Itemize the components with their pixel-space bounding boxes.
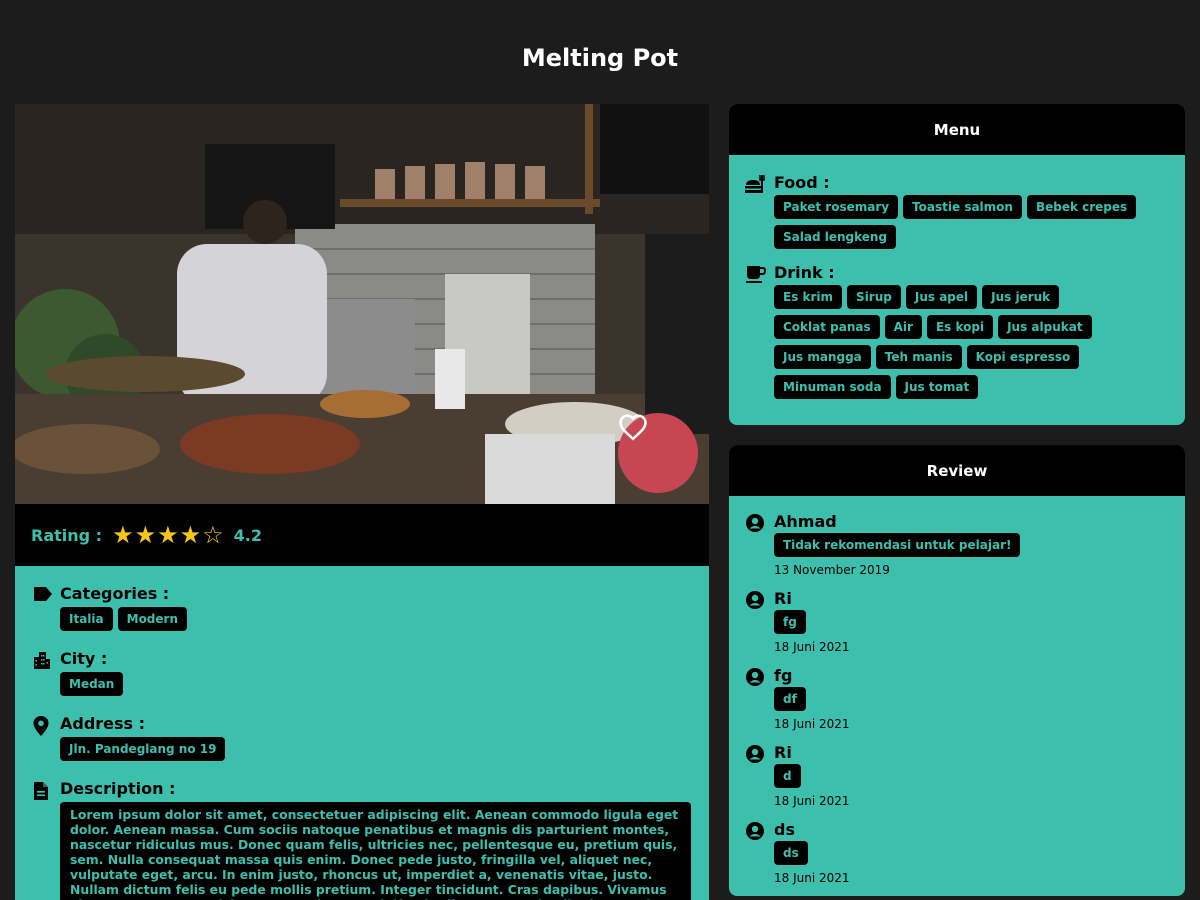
categories-section: Categories : Italia Modern (33, 584, 691, 631)
rating-label: Rating : (31, 525, 103, 545)
review-item: fg df 18 Juni 2021 (745, 666, 1169, 731)
review-text: df (774, 687, 806, 711)
review-item: Ri fg 18 Juni 2021 (745, 589, 1169, 654)
address-tag: Jln. Pandeglang no 19 (60, 737, 226, 761)
review-date: 18 Juni 2021 (774, 794, 850, 808)
restaurant-detail: Rating : ★ ★ ★ ★ ☆ 4.2 Categories : Ital… (15, 104, 709, 900)
review-date: 18 Juni 2021 (774, 871, 850, 885)
categories-label: Categories : (60, 584, 170, 603)
drink-item-tag: Kopi espresso (966, 345, 1080, 369)
review-text: Tidak rekomendasi untuk pelajar! (774, 533, 1021, 557)
restaurant-photo (15, 104, 709, 504)
info-panel: Categories : Italia Modern City: Medan … (15, 566, 709, 900)
star-full-icon: ★ (134, 521, 157, 549)
food-item-tag: Toastie salmon (903, 195, 1022, 219)
reviewer-name: Ri (774, 589, 792, 608)
cafe-illustration (15, 104, 709, 504)
food-item-tag: Salad lengkeng (774, 225, 897, 249)
drink-item-tag: Jus alpukat (998, 315, 1092, 339)
star-full-icon: ★ (112, 521, 134, 549)
user-circle-icon (746, 745, 764, 763)
review-item: Ri d 18 Juni 2021 (745, 743, 1169, 808)
user-circle-icon (746, 668, 764, 686)
drink-label: Drink : (774, 263, 835, 282)
user-circle-icon (746, 591, 764, 609)
review-card: Review Ahmad Tidak rekomendasi untuk pel… (729, 445, 1185, 896)
reviewer-name: fg (774, 666, 793, 685)
drink-item-tag: Coklat panas (774, 315, 880, 339)
description-text: Lorem ipsum dolor sit amet, consectetuer… (60, 802, 691, 900)
drink-item-tag: Jus tomat (895, 375, 979, 399)
review-list: Ahmad Tidak rekomendasi untuk pelajar! 1… (729, 496, 1185, 885)
review-date: 18 Juni 2021 (774, 640, 850, 654)
review-text: fg (774, 610, 806, 634)
food-icon (745, 175, 765, 193)
city-section: City : Medan (33, 649, 691, 696)
food-item-tag: Bebek crepes (1026, 195, 1137, 219)
rating-value: 4.2 (233, 525, 262, 545)
reviewer-name: ds (774, 820, 795, 839)
review-text: ds (774, 841, 808, 865)
food-section: Food : Paket rosemary Toastie salmon Beb… (745, 173, 1169, 249)
drink-item-tag: Teh manis (875, 345, 962, 369)
rating-bar: Rating : ★ ★ ★ ★ ☆ 4.2 (15, 504, 709, 566)
review-item: ds ds 18 Juni 2021 (745, 820, 1169, 885)
review-date: 13 November 2019 (774, 563, 890, 577)
review-title: Review (729, 445, 1185, 496)
drink-item-tag: Jus apel (905, 285, 978, 309)
review-text: d (774, 764, 801, 788)
drink-section: Drink : Es krim Sirup Jus apel Jus jeruk… (745, 263, 1169, 399)
drink-item-tag: Es kopi (926, 315, 994, 339)
drink-item-tag: Es krim (774, 285, 843, 309)
reviewer-name: Ri (774, 743, 792, 762)
description-section: Description : Lorem ipsum dolor sit amet… (33, 779, 691, 900)
food-label: Food : (774, 173, 830, 192)
reviewer-name: Ahmad (774, 512, 837, 531)
drink-item-tag: Jus jeruk (982, 285, 1060, 309)
cup-icon (746, 266, 767, 283)
star-rating: ★ ★ ★ ★ ☆ (112, 523, 224, 547)
star-full-icon: ★ (157, 521, 179, 549)
description-label: Description : (60, 779, 176, 798)
menu-title: Menu (729, 104, 1185, 155)
user-circle-icon (746, 822, 764, 840)
drink-item-tag: Jus mangga (774, 345, 871, 369)
location-pin-icon (33, 716, 49, 736)
review-date: 18 Juni 2021 (774, 717, 850, 731)
food-item-tag: Paket rosemary (774, 195, 899, 219)
city-label: City : (60, 649, 108, 668)
drink-item-tag: Air (884, 315, 922, 339)
category-tag: Modern (117, 607, 187, 631)
category-tag: Italia (60, 607, 113, 631)
city-tag: Medan (60, 672, 124, 696)
user-circle-icon (746, 514, 764, 532)
review-item: Ahmad Tidak rekomendasi untuk pelajar! 1… (745, 512, 1169, 577)
document-icon (34, 782, 48, 800)
tag-icon (34, 587, 52, 601)
star-full-icon: ★ (179, 521, 202, 549)
drink-item-tag: Minuman soda (774, 375, 891, 399)
drink-item-tag: Sirup (847, 285, 901, 309)
star-empty-icon: ☆ (202, 521, 224, 549)
heart-icon (619, 414, 647, 441)
favorite-button[interactable] (618, 413, 698, 493)
address-section: Address : Jln. Pandeglang no 19 (33, 714, 691, 761)
menu-card: Menu Food : Paket rosemary Toastie salmo… (729, 104, 1185, 425)
city-icon (34, 652, 50, 669)
page-title: Melting Pot (521, 44, 679, 72)
address-label: Address : (60, 714, 146, 733)
